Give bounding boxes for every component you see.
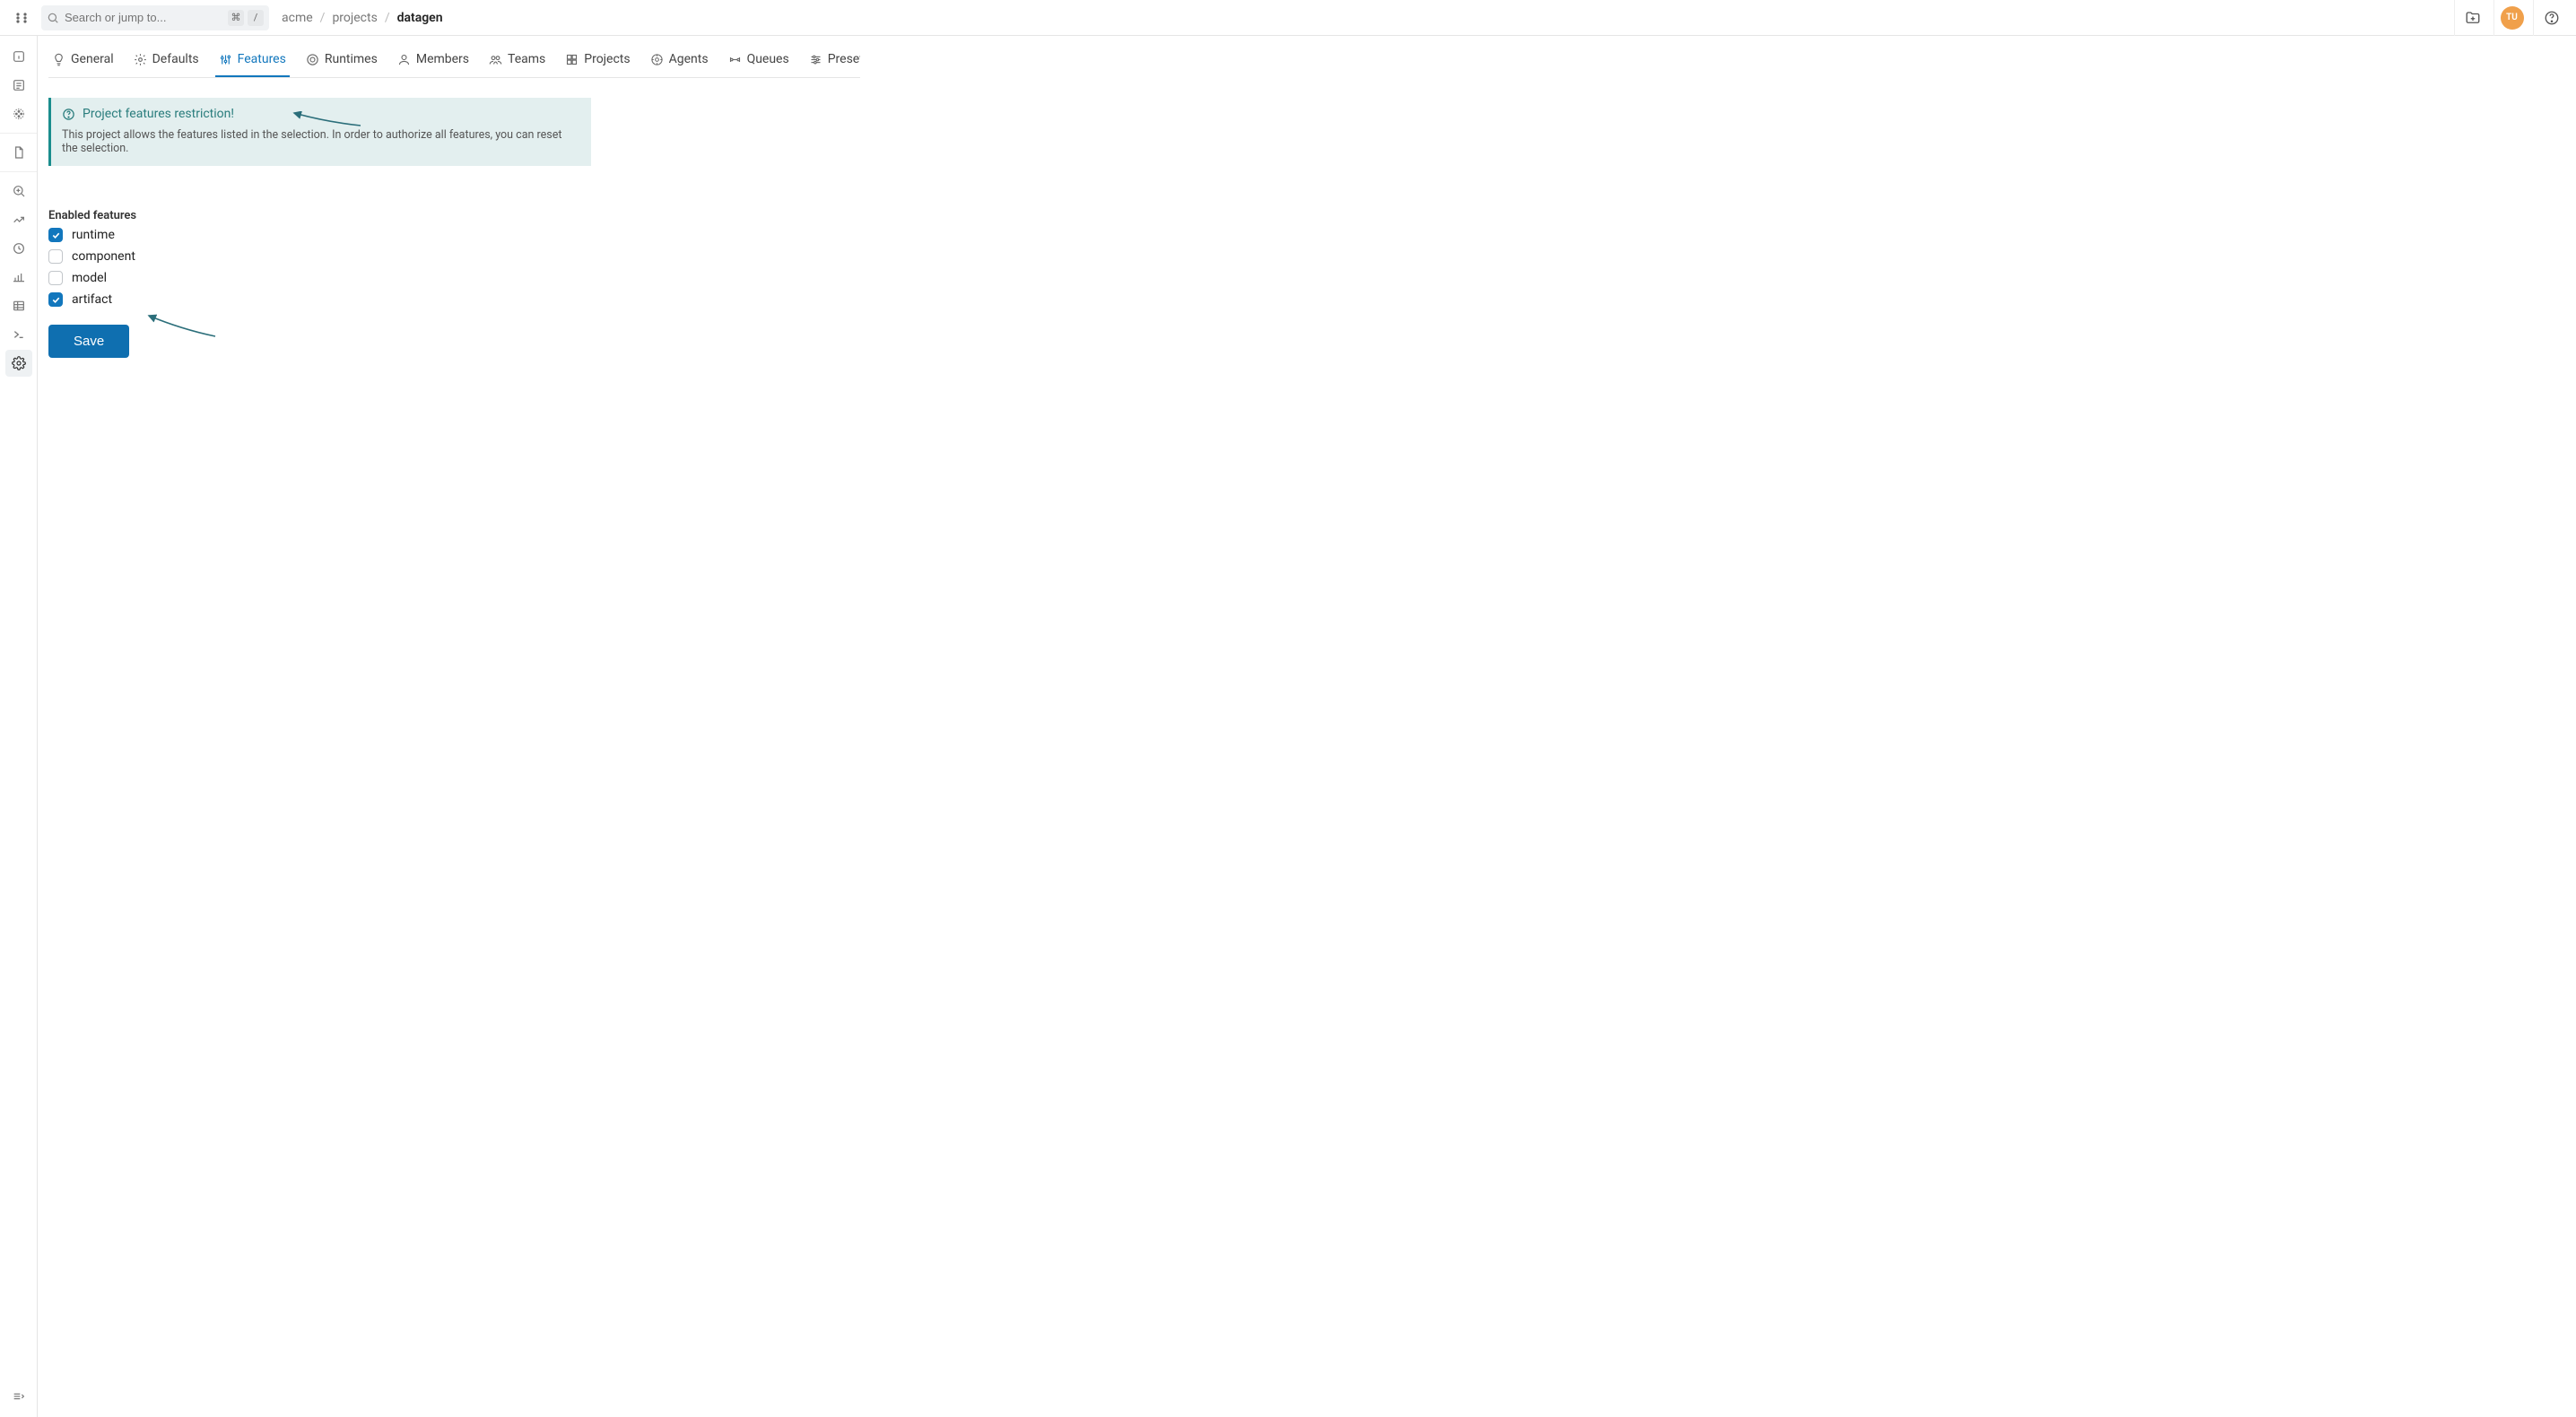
kbd-cmd: ⌘ <box>228 10 244 26</box>
sidebar-item-analytics[interactable] <box>5 206 32 233</box>
presets-icon <box>809 53 822 66</box>
search-input-container[interactable]: ⌘ / <box>41 5 269 30</box>
teams-icon <box>489 53 502 66</box>
save-button[interactable]: Save <box>48 325 129 358</box>
feature-row-component: component <box>48 249 2565 264</box>
tab-presets[interactable]: Presets <box>805 45 860 77</box>
sidebar-item-info[interactable] <box>5 43 32 70</box>
tab-label: Features <box>238 52 286 66</box>
kbd-slash: / <box>248 10 264 26</box>
breadcrumb-current[interactable]: datagen <box>397 11 443 25</box>
new-folder-button[interactable] <box>2454 0 2490 36</box>
breadcrumb: acme / projects / datagen <box>282 11 443 25</box>
sidebar-item-table[interactable] <box>5 292 32 319</box>
breadcrumb-sep: / <box>385 11 390 25</box>
sidebar-collapse-button[interactable] <box>5 1383 32 1410</box>
search-input[interactable] <box>65 11 222 24</box>
runtimes-icon <box>306 53 319 66</box>
search-kbd-hint: ⌘ / <box>228 10 264 26</box>
feature-checkbox-model[interactable] <box>48 271 63 285</box>
feature-row-runtime: runtime <box>48 228 2565 242</box>
projects-icon <box>565 53 579 66</box>
feature-label: model <box>72 271 107 285</box>
feature-row-artifact: artifact <box>48 292 2565 307</box>
info-icon <box>62 108 75 121</box>
members-icon <box>397 53 411 66</box>
sidebar-item-settings[interactable] <box>5 350 32 377</box>
feature-checkbox-runtime[interactable] <box>48 228 63 242</box>
sidebar <box>0 36 38 1417</box>
tab-general[interactable]: General <box>48 45 117 77</box>
breadcrumb-section[interactable]: projects <box>332 11 377 25</box>
queues-icon <box>728 53 742 66</box>
breadcrumb-sep: / <box>320 11 326 25</box>
tab-label: Teams <box>508 52 545 66</box>
tab-members[interactable]: Members <box>394 45 473 77</box>
feature-checkbox-artifact[interactable] <box>48 292 63 307</box>
sidebar-item-search-plus[interactable] <box>5 178 32 204</box>
sidebar-item-terminal[interactable] <box>5 321 32 348</box>
tab-queues[interactable]: Queues <box>725 45 793 77</box>
feature-label: component <box>72 249 135 264</box>
settings-tabs: General Defaults Features Runtimes Members Te… <box>48 45 860 78</box>
tab-label: Queues <box>747 52 789 66</box>
sidebar-item-bar-chart[interactable] <box>5 264 32 291</box>
sidebar-item-history[interactable] <box>5 235 32 262</box>
tab-label: Runtimes <box>325 52 378 66</box>
sidebar-item-network[interactable] <box>5 100 32 127</box>
topbar-right: TU <box>2454 0 2569 36</box>
defaults-icon <box>134 53 147 66</box>
sidebar-divider <box>0 171 37 172</box>
general-icon <box>52 53 65 66</box>
feature-checklist: runtime component model artifact <box>48 228 2565 307</box>
info-banner: Project features restriction! This proje… <box>48 98 591 166</box>
enabled-features-heading: Enabled features <box>48 209 2565 222</box>
help-button[interactable] <box>2533 0 2569 36</box>
feature-row-model: model <box>48 271 2565 285</box>
main-content: General Defaults Features Runtimes Members Te… <box>38 36 2576 1417</box>
tab-label: Projects <box>584 52 630 66</box>
agents-icon <box>650 53 664 66</box>
topbar: ⌘ / acme / projects / datagen TU <box>0 0 2576 36</box>
tab-teams[interactable]: Teams <box>485 45 549 77</box>
annotation-arrow-checkbox <box>145 313 217 340</box>
feature-label: runtime <box>72 228 115 242</box>
tab-projects[interactable]: Projects <box>561 45 633 77</box>
feature-label: artifact <box>72 292 112 307</box>
tab-runtimes[interactable]: Runtimes <box>302 45 381 77</box>
sidebar-item-file[interactable] <box>5 139 32 166</box>
info-banner-desc: This project allows the features listed … <box>62 128 580 155</box>
tab-label: Agents <box>669 52 709 66</box>
tab-features[interactable]: Features <box>215 45 290 77</box>
tab-label: Defaults <box>152 52 199 66</box>
tab-defaults[interactable]: Defaults <box>130 45 203 77</box>
feature-checkbox-component[interactable] <box>48 249 63 264</box>
info-banner-title: Project features restriction! <box>83 107 234 121</box>
features-icon <box>219 53 232 66</box>
sidebar-divider <box>0 133 37 134</box>
avatar-container[interactable]: TU <box>2493 0 2529 36</box>
tab-label: Members <box>416 52 469 66</box>
sidebar-item-list[interactable] <box>5 72 32 99</box>
tab-label: Presets <box>828 52 860 66</box>
tab-label: General <box>71 52 114 66</box>
search-icon <box>47 12 59 24</box>
breadcrumb-org[interactable]: acme <box>282 11 313 25</box>
app-grid-icon[interactable] <box>11 7 32 29</box>
tab-agents[interactable]: Agents <box>647 45 712 77</box>
avatar: TU <box>2501 6 2524 30</box>
